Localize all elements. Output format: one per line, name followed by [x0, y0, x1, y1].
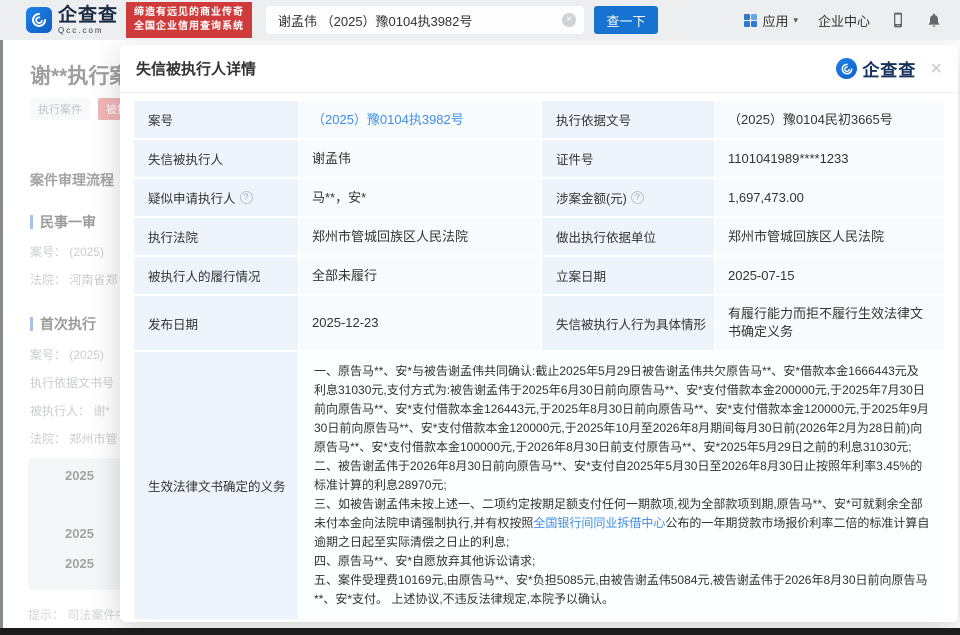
obligation-paragraph-2: 二、被告谢孟伟于2026年8月30日前向原告马**、安*支付自2025年5月30… — [314, 457, 930, 495]
window-left-edge — [0, 40, 3, 628]
qcc-logo[interactable]: 企查查 Qcc.com — [26, 6, 118, 35]
table-row-obligations: 生效法律文书确定的义务 一、原告马**、安*与被告谢孟伟共同确认:截止2025年… — [134, 352, 944, 619]
brand-domain: Qcc.com — [58, 27, 118, 35]
info-icon[interactable]: ? — [240, 191, 253, 204]
field-label: 执行依据文号 — [542, 101, 714, 138]
qcc-logo-text: 企查查 Qcc.com — [58, 6, 118, 35]
field-value: （2025）豫0104民初3665号 — [716, 101, 944, 138]
field-label: 被执行人的履行情况 — [134, 257, 298, 294]
modal-title: 失信被执行人详情 — [136, 58, 256, 79]
qcc-watermark-icon — [836, 58, 857, 79]
field-value: 全部未履行 — [300, 257, 540, 294]
field-label: 疑似申请执行人 ? — [134, 179, 298, 216]
field-value: （2025）豫0104执3982号 — [300, 101, 540, 138]
field-label: 生效法律文书确定的义务 — [134, 352, 298, 619]
table-row: 被执行人的履行情况 全部未履行 立案日期 2025-07-15 — [134, 257, 944, 294]
dishonest-executee-detail-modal: 失信被执行人详情 企查查 × 案号 （2025）豫0104执3982号 执行依据… — [120, 45, 958, 622]
detail-table: 案号 （2025）豫0104执3982号 执行依据文号 （2025）豫0104民… — [120, 93, 958, 622]
slogan-line1: 缔造有远见的商业传奇 — [134, 6, 244, 20]
apps-label: 应用 — [762, 11, 788, 30]
field-label: 发布日期 — [134, 296, 298, 350]
bell-icon[interactable] — [926, 12, 942, 28]
qcc-logo-icon — [26, 7, 52, 33]
table-row: 发布日期 2025-12-23 失信被执行人行为具体情形 有履行能力而拒不履行生… — [134, 296, 944, 350]
mobile-phone-icon[interactable] — [890, 12, 906, 28]
field-value: 有履行能力而拒不履行生效法律文书确定义务 — [716, 296, 944, 350]
obligation-paragraph-1: 一、原告马**、安*与被告谢孟伟共同确认:截止2025年5月29日被告谢孟伟共欠… — [314, 362, 930, 457]
modal-header: 失信被执行人详情 企查查 × — [120, 45, 958, 93]
enterprise-center-link[interactable]: 企业中心 — [818, 11, 870, 30]
obligation-paragraph-3: 三、如被告谢孟伟未按上述一、二项约定按期足额支付任何一期款项,视为全部款项到期,… — [314, 495, 930, 552]
table-row: 案号 （2025）豫0104执3982号 执行依据文号 （2025）豫0104民… — [134, 101, 944, 138]
field-label: 证件号 — [542, 140, 714, 177]
field-label: 失信被执行人 — [134, 140, 298, 177]
apps-grid-icon — [744, 14, 757, 27]
interbank-center-link[interactable]: 全国银行间同业拆借中心 — [533, 516, 665, 530]
table-row: 疑似申请执行人 ? 马**，安* 涉案金额(元) ? 1,697,473.00 — [134, 179, 944, 216]
search-box: × — [266, 6, 584, 34]
window-bottom-edge — [0, 628, 960, 635]
field-label: 立案日期 — [542, 257, 714, 294]
field-value: 谢孟伟 — [300, 140, 540, 177]
field-label: 涉案金额(元) ? — [542, 179, 714, 216]
chevron-down-icon: ▾ — [793, 15, 798, 26]
search-input[interactable] — [278, 13, 562, 28]
close-icon[interactable]: × — [930, 59, 942, 79]
field-value: 郑州市管城回族区人民法院 — [716, 218, 944, 255]
field-label: 做出执行依据单位 — [542, 218, 714, 255]
obligation-text: 一、原告马**、安*与被告谢孟伟共同确认:截止2025年5月29日被告谢孟伟共欠… — [300, 352, 944, 619]
qcc-watermark-logo: 企查查 — [836, 56, 916, 81]
topbar-right-nav: 应用 ▾ 企业中心 — [744, 11, 942, 30]
brand-name: 企查查 — [58, 6, 118, 25]
field-label-text: 涉案金额(元) — [556, 188, 627, 207]
field-value: 郑州市管城回族区人民法院 — [300, 218, 540, 255]
field-value: 2025-12-23 — [300, 296, 540, 350]
field-label: 执行法院 — [134, 218, 298, 255]
slogan-line2: 全国企业信用查询系统 — [134, 20, 244, 34]
field-label: 案号 — [134, 101, 298, 138]
table-row: 失信被执行人 谢孟伟 证件号 1101041989****1233 — [134, 140, 944, 177]
field-value: 2025-07-15 — [716, 257, 944, 294]
top-navigation-bar: 企查查 Qcc.com 缔造有远见的商业传奇 全国企业信用查询系统 × 查一下 … — [0, 0, 960, 40]
field-value: 1101041989****1233 — [716, 140, 944, 177]
qcc-watermark-text: 企查查 — [862, 56, 916, 81]
clear-search-icon[interactable]: × — [562, 13, 576, 27]
modal-header-right: 企查查 × — [836, 56, 942, 81]
info-icon[interactable]: ? — [631, 191, 644, 204]
field-label: 失信被执行人行为具体情形 — [542, 296, 714, 350]
obligation-paragraph-5: 五、案件受理费10169元,由原告马**、安*负担5085元,由被告谢孟伟508… — [314, 571, 930, 609]
search-button[interactable]: 查一下 — [594, 6, 658, 34]
obligation-paragraph-4: 四、原告马**、安*自愿放弃其他诉讼请求; — [314, 552, 930, 571]
case-number-link[interactable]: （2025）豫0104执3982号 — [312, 111, 464, 129]
field-value: 1,697,473.00 — [716, 179, 944, 216]
field-label-text: 疑似申请执行人 — [148, 188, 236, 207]
apps-menu[interactable]: 应用 ▾ — [744, 11, 798, 30]
brand-slogan-badge: 缔造有远见的商业传奇 全国企业信用查询系统 — [126, 2, 252, 38]
table-row: 执行法院 郑州市管城回族区人民法院 做出执行依据单位 郑州市管城回族区人民法院 — [134, 218, 944, 255]
field-value: 马**，安* — [300, 179, 540, 216]
